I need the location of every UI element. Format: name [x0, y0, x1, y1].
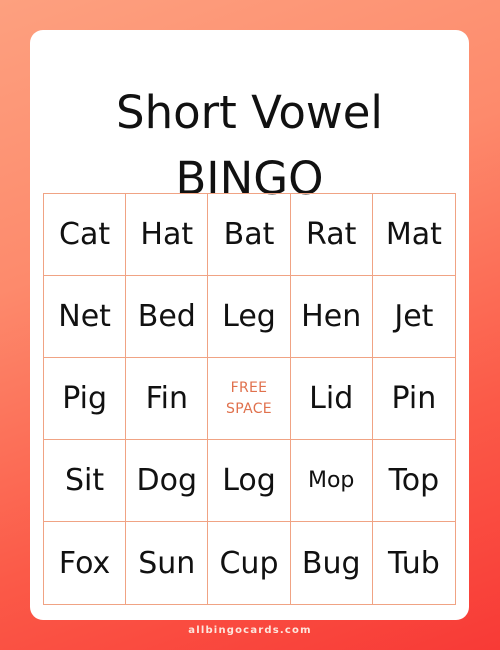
bingo-cell: Mat — [372, 194, 455, 276]
bingo-cell: Dog — [126, 440, 209, 522]
bingo-cell: Fin — [126, 358, 209, 440]
free-space-label: FREE SPACE — [226, 378, 272, 419]
free-line-2: SPACE — [226, 400, 272, 417]
bingo-cell: Cat — [44, 194, 127, 276]
footer-site-name: allbingocards.com — [188, 625, 312, 636]
bingo-cell: Net — [44, 276, 127, 358]
bingo-cell: Sit — [44, 440, 127, 522]
bingo-cell: Pig — [44, 358, 127, 440]
bingo-cell: Bed — [126, 276, 209, 358]
bingo-cell: Jet — [372, 276, 455, 358]
bingo-cell: Pin — [372, 358, 455, 440]
bingo-cell: Tub — [387, 545, 440, 581]
bingo-cell: Bat — [208, 194, 291, 276]
bingo-cell: Top — [372, 440, 455, 522]
bingo-cell: Bug — [291, 522, 373, 604]
bingo-grid: Cat Hat Bat Rat Mat Net Bed Leg Hen Jet Pig Fin FREE… — [43, 193, 456, 605]
bingo-cell: Sun — [126, 522, 209, 604]
free-line-1: FREE — [230, 380, 268, 397]
bingo-cell: Cup — [208, 522, 291, 604]
free-space-cell: FREE SPACE — [208, 358, 291, 440]
bingo-cell: Fox — [44, 522, 127, 604]
bingo-cell: Log — [208, 440, 291, 522]
bingo-cell: Leg — [208, 276, 291, 358]
bingo-cell: Hat — [126, 194, 209, 276]
bingo-cell: Rat — [290, 194, 373, 276]
bingo-cell: Hen — [290, 276, 373, 358]
title-line-1: Short Vowel — [116, 86, 383, 139]
bingo-cell: Mop — [290, 440, 373, 522]
bingo-cell: Lid — [290, 358, 373, 440]
